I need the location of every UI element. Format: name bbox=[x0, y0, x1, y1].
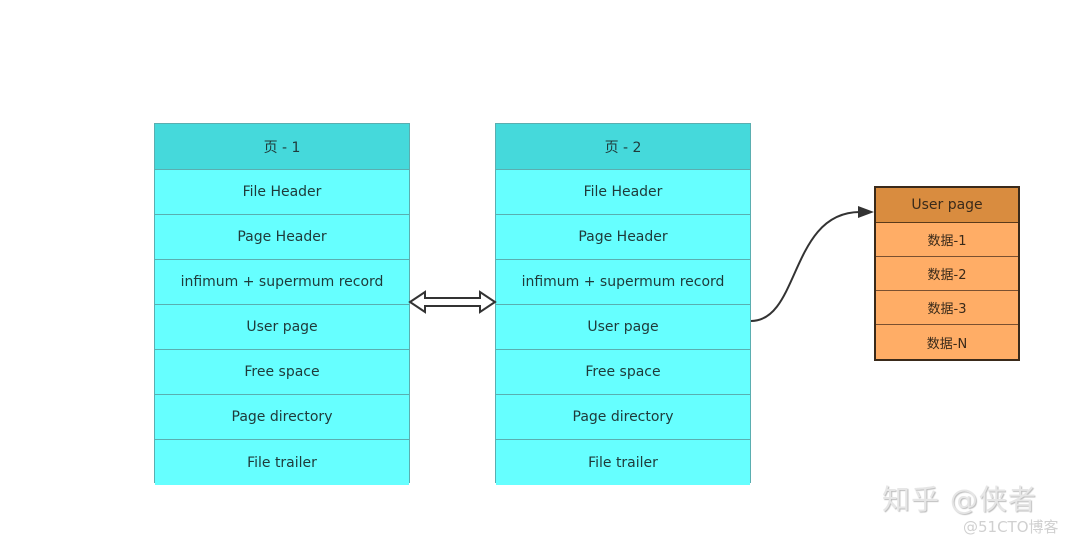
watermark-zhihu: 知乎 @侠者 bbox=[882, 483, 1037, 516]
watermark-51cto: @51CTO博客 bbox=[963, 518, 1059, 536]
curved-arrow-icon bbox=[750, 206, 874, 322]
double-arrow-icon bbox=[408, 290, 497, 314]
connectors-layer bbox=[408, 206, 874, 322]
